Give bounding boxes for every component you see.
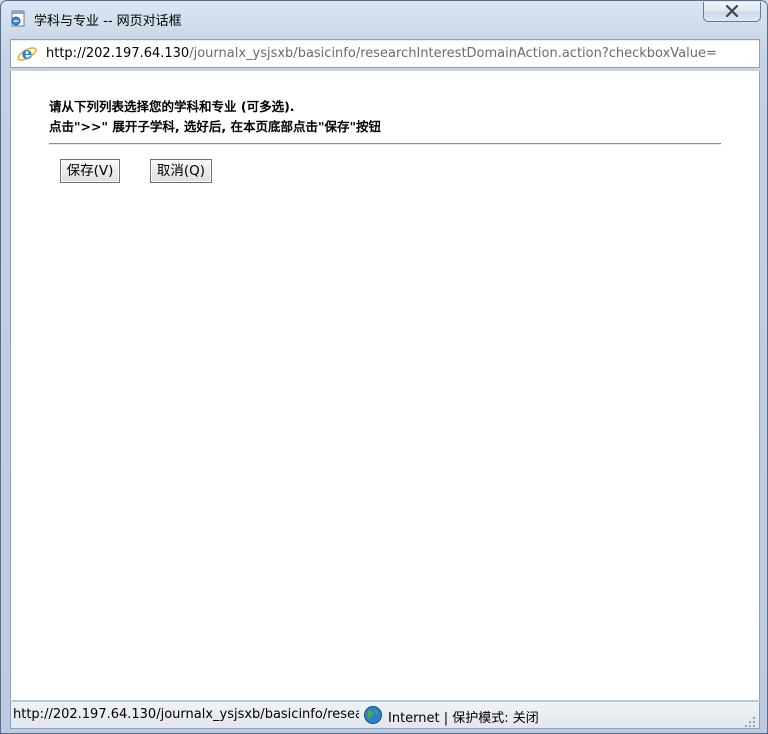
address-url: http://202.197.64.130/journalx_ysjsxb/ba… (46, 46, 751, 61)
window-title: 学科与专业 -- 网页对话框 (34, 14, 182, 29)
title-bar[interactable]: 学科与专业 -- 网页对话框 (1, 1, 767, 35)
resize-grip-icon[interactable] (744, 713, 756, 727)
instruction-line-2: 点击">>" 展开子学科, 选好后, 在本页底部点击"保存"按钮 (49, 119, 382, 134)
status-bar: http://202.197.64.130/journalx_ysjsxb/ba… (10, 701, 760, 729)
dialog-page-icon (9, 10, 27, 28)
save-button[interactable]: 保存(V) (60, 159, 120, 183)
status-url: http://202.197.64.130/journalx_ysjsxb/ba… (13, 707, 359, 722)
divider (49, 143, 721, 145)
close-button[interactable] (703, 2, 761, 22)
globe-icon (363, 705, 383, 725)
page-content: 请从下列列表选择您的学科和专业 (可多选). 点击">>" 展开子学科, 选好后… (10, 71, 760, 700)
address-host: http://202.197.64.130 (46, 46, 190, 61)
cancel-button[interactable]: 取消(Q) (150, 159, 212, 183)
dialog-window: 学科与专业 -- 网页对话框 e http://202.197.64.130/j… (0, 0, 768, 734)
instructions: 请从下列列表选择您的学科和专业 (可多选). 点击">>" 展开子学科, 选好后… (49, 97, 381, 137)
svg-text:e: e (22, 44, 33, 64)
close-icon (725, 2, 739, 21)
ie-logo-icon: e (16, 43, 38, 65)
address-path: /journalx_ysjsxb/basicinfo/researchInter… (189, 46, 717, 61)
address-bar[interactable]: e http://202.197.64.130/journalx_ysjsxb/… (10, 39, 760, 68)
instruction-line-1: 请从下列列表选择您的学科和专业 (可多选). (49, 99, 295, 114)
security-zone[interactable]: Internet | 保护模式: 关闭 (388, 707, 539, 726)
